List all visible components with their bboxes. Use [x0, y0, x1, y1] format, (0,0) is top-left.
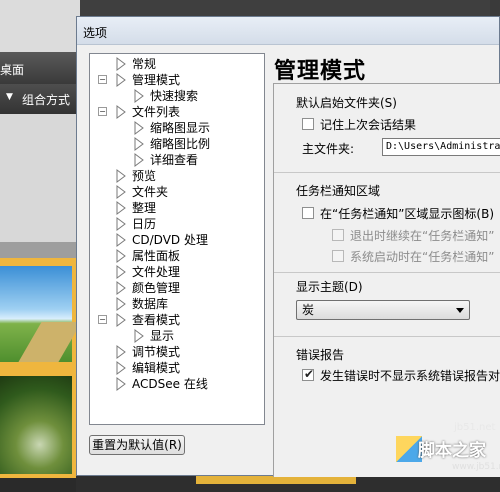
watermark-brand: 脚本之家	[418, 441, 486, 461]
tree-item-label: 文件列表	[132, 105, 181, 119]
watermark-url: www.jb51.net	[452, 462, 500, 472]
chevron-down-icon	[456, 308, 464, 313]
tree-item-label: 整理	[132, 201, 157, 215]
tree-collapse-icon[interactable]: −	[98, 75, 107, 84]
tree-item-label: 数据库	[132, 297, 169, 311]
bg-thumbnail-forest[interactable]	[0, 376, 72, 474]
start-on-boot-checkbox[interactable]	[332, 250, 344, 262]
tree-item-label: 日历	[132, 217, 157, 231]
tree-item[interactable]: 日历	[90, 216, 264, 232]
tree-item[interactable]: 调节模式	[90, 344, 264, 360]
bg-statusbar	[0, 478, 80, 492]
tree-item-label: 快速搜索	[150, 89, 199, 103]
theme-select[interactable]: 炭	[296, 300, 470, 320]
bg-sort-label[interactable]: 组合方式	[22, 91, 70, 108]
tree-item-label: 文件处理	[132, 265, 181, 279]
remember-session-label[interactable]: 记住上次会话结果	[320, 116, 416, 133]
chevron-down-icon[interactable]: ▼	[6, 92, 13, 102]
errors-section-title: 错误报告	[296, 348, 345, 362]
tree-item-label: 管理模式	[132, 73, 181, 87]
show-tray-icon-checkbox[interactable]	[302, 207, 314, 219]
page-arrow-icon	[116, 377, 126, 395]
tree-item[interactable]: 缩略图比例	[90, 136, 264, 152]
tree-item-label: 显示	[150, 329, 175, 343]
theme-section-title: 显示主题(D)	[296, 280, 363, 294]
no-error-dialog-label[interactable]: 发生错误时不显示系统错误报告对话框	[320, 367, 500, 384]
tree-item-label: 缩略图比例	[150, 137, 211, 151]
tree-item-label: CD/DVD 处理	[132, 233, 208, 247]
tree-item[interactable]: 数据库	[90, 296, 264, 312]
tree-item[interactable]: 颜色管理	[90, 280, 264, 296]
tree-item[interactable]: CD/DVD 处理	[90, 232, 264, 248]
tree-item-label: 详细查看	[150, 153, 199, 167]
keep-on-exit-checkbox[interactable]	[332, 229, 344, 241]
tree-collapse-icon[interactable]: −	[98, 315, 107, 324]
bg-toolbar	[0, 0, 80, 52]
checkmark-icon: ✔	[304, 367, 315, 381]
background-app: 桌面 ▼ 组合方式	[0, 0, 80, 492]
bg-menu-row: 桌面	[0, 52, 80, 84]
watermark-site: jb51.net	[454, 422, 496, 433]
dialog-title: 选项	[83, 26, 108, 40]
tree-item-label: 编辑模式	[132, 361, 181, 375]
options-dialog: 选项 常规 − 管理模式快速搜索 − 文件列表缩略图显示缩略图比例详细查看预览文件夹整理…	[76, 16, 500, 477]
tree-item[interactable]: ACDSee 在线	[90, 376, 264, 392]
tree-item[interactable]: 预览	[90, 168, 264, 184]
start-on-boot-label: 系统启动时在“任务栏通知”	[350, 250, 495, 264]
tree-item[interactable]: 常规	[90, 56, 264, 72]
dialog-titlebar[interactable]: 选项	[77, 17, 499, 45]
tree-item[interactable]: − 管理模式	[90, 72, 264, 88]
startup-section-title: 默认启始文件夹(S)	[296, 96, 397, 110]
tree-item-label: 查看模式	[132, 313, 181, 327]
tree-item[interactable]: 缩略图显示	[90, 120, 264, 136]
tree-item-label: 属性面板	[132, 249, 181, 263]
tree-item[interactable]: 快速搜索	[90, 88, 264, 104]
tree-item[interactable]: 文件处理	[90, 264, 264, 280]
bg-divider	[0, 242, 80, 258]
remember-session-checkbox[interactable]	[302, 118, 314, 130]
keep-on-exit-label: 退出时继续在“任务栏通知”	[350, 229, 495, 243]
theme-select-value: 炭	[302, 303, 315, 317]
tree-item[interactable]: 整理	[90, 200, 264, 216]
tree-item-label: 调节模式	[132, 345, 181, 359]
tree-item[interactable]: 文件夹	[90, 184, 264, 200]
site-watermark: jb51.net 脚本之家 www.jb51.net	[396, 418, 500, 492]
bg-sort-row: ▼ 组合方式	[0, 84, 80, 114]
tree-item[interactable]: − 文件列表	[90, 104, 264, 120]
tree-item[interactable]: 编辑模式	[90, 360, 264, 376]
tree-collapse-icon[interactable]: −	[98, 107, 107, 116]
panel-heading: 管理模式	[274, 59, 367, 84]
options-tree[interactable]: 常规 − 管理模式快速搜索 − 文件列表缩略图显示缩略图比例详细查看预览文件夹整理日历 C…	[89, 53, 265, 425]
tree-item[interactable]: 显示	[90, 328, 264, 344]
tree-item-label: 颜色管理	[132, 281, 181, 295]
tree-item-label: 预览	[132, 169, 157, 183]
home-folder-field[interactable]: D:\Users\Administrator\Pictures	[382, 138, 500, 156]
bg-panel	[0, 114, 80, 242]
section-divider	[274, 336, 500, 337]
tree-item-label: ACDSee 在线	[132, 377, 208, 391]
tree-item[interactable]: − 查看模式	[90, 312, 264, 328]
section-divider	[274, 172, 500, 173]
tree-item-label: 缩略图显示	[150, 121, 211, 135]
tree-item[interactable]: 详细查看	[90, 152, 264, 168]
tree-item[interactable]: 属性面板	[90, 248, 264, 264]
no-error-dialog-checkbox[interactable]: ✔	[302, 367, 315, 381]
tray-section-title: 任务栏通知区域	[296, 184, 381, 198]
bg-thumbnail-landscape[interactable]	[0, 266, 80, 362]
section-divider	[274, 272, 500, 273]
tree-item-label: 常规	[132, 57, 157, 71]
reset-defaults-button[interactable]: 重置为默认值(R)	[89, 435, 185, 455]
tree-item-label: 文件夹	[132, 185, 169, 199]
home-folder-label: 主文件夹:	[302, 142, 355, 156]
show-tray-icon-label[interactable]: 在“任务栏通知”区域显示图标(B)	[320, 205, 494, 222]
bg-menu-label[interactable]: 桌面	[0, 61, 24, 78]
